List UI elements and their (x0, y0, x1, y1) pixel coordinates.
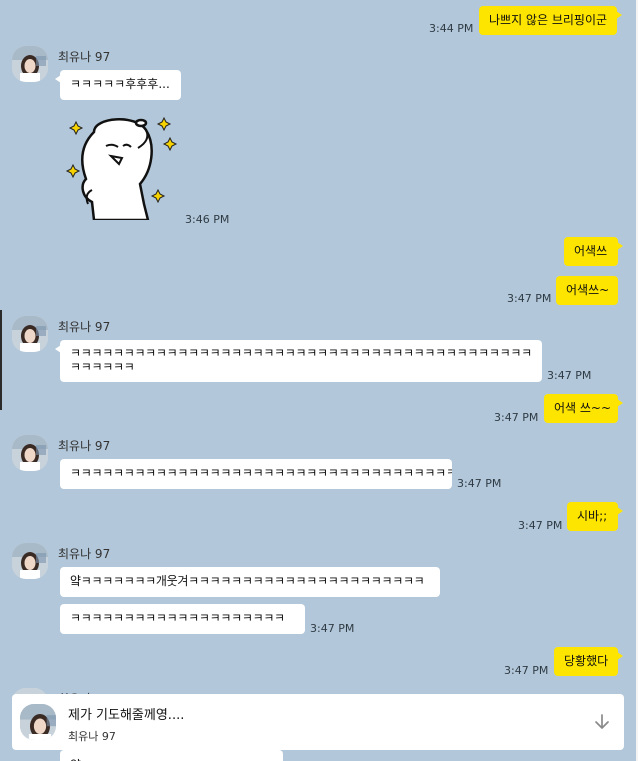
message-time: 3:44 PM (429, 22, 474, 35)
sender-name: 최유나 97 (58, 320, 111, 334)
notice-author: 최유나 97 (68, 730, 116, 743)
message-time: 3:47 PM (457, 477, 502, 490)
sender-name: 최유나 97 (58, 547, 111, 561)
message-time: 3:47 PM (507, 292, 552, 305)
notice-banner[interactable]: 제가 기도해줄께영.... 최유나 97 (12, 694, 624, 750)
other-message-bubble[interactable]: ㅋㅋㅋㅋㅋ후후후... (55, 70, 181, 100)
message-time: 3:47 PM (494, 411, 539, 424)
arrow-down-icon[interactable] (592, 712, 612, 732)
message-time: 3:47 PM (547, 369, 592, 382)
message-time: 3:47 PM (310, 622, 355, 635)
other-message-bubble[interactable]: ㅋㅋㅋㅋㅋㅋㅋㅋㅋㅋㅋㅋㅋㅋㅋㅋㅋㅋㅋㅋ (60, 604, 305, 634)
message-time: 3:47 PM (518, 519, 563, 532)
notice-text: 제가 기도해줄께영.... (68, 708, 185, 723)
message-time: 3:47 PM (504, 664, 549, 677)
my-message-bubble[interactable]: 어색 쓰~~ (544, 394, 623, 423)
notice-avatar (20, 704, 56, 740)
other-message-bubble[interactable]: ㅋㅋㅋㅋㅋㅋㅋㅋㅋㅋㅋㅋㅋㅋㅋㅋㅋㅋㅋㅋㅋㅋㅋㅋㅋㅋㅋㅋㅋㅋㅋㅋㅋㅋㅋㅋㅋㅋㅋㅋ… (60, 459, 452, 489)
avatar[interactable] (12, 46, 48, 82)
sticker[interactable] (64, 112, 182, 222)
avatar[interactable] (12, 435, 48, 471)
other-message-bubble[interactable]: 얔ㅋㅋㅋ (60, 750, 283, 761)
other-message-bubble[interactable]: 얔ㅋㅋㅋㅋㅋㅋㅋ개웃겨ㅋㅋㅋㅋㅋㅋㅋㅋㅋㅋㅋㅋㅋㅋㅋㅋㅋㅋㅋㅋㅋㅋ (60, 567, 440, 597)
avatar[interactable] (12, 543, 48, 579)
chat-view[interactable]: 3:44 PM 나쁘지 않은 브리핑이군 최유나 97 ㅋㅋㅋㅋㅋ후후후... (0, 0, 638, 761)
my-message-bubble[interactable]: 어색쓰~ (556, 276, 618, 305)
sender-name: 최유나 97 (58, 439, 111, 453)
my-message-bubble[interactable]: 나쁘지 않은 브리핑이군 (479, 6, 622, 35)
my-message-bubble[interactable]: 시바;; (567, 502, 623, 531)
sender-name: 최유나 97 (58, 50, 111, 64)
message-time: 3:46 PM (185, 213, 230, 226)
other-message-bubble[interactable]: ㅋㅋㅋㅋㅋㅋㅋㅋㅋㅋㅋㅋㅋㅋㅋㅋㅋㅋㅋㅋㅋㅋㅋㅋㅋㅋㅋㅋㅋㅋㅋㅋㅋㅋㅋㅋㅋㅋㅋㅋ… (55, 340, 542, 382)
window-edge (0, 310, 2, 410)
my-message-bubble[interactable]: 어색쓰 (564, 237, 623, 266)
avatar[interactable] (12, 316, 48, 352)
my-message-bubble[interactable]: 당황했다 (554, 647, 623, 676)
